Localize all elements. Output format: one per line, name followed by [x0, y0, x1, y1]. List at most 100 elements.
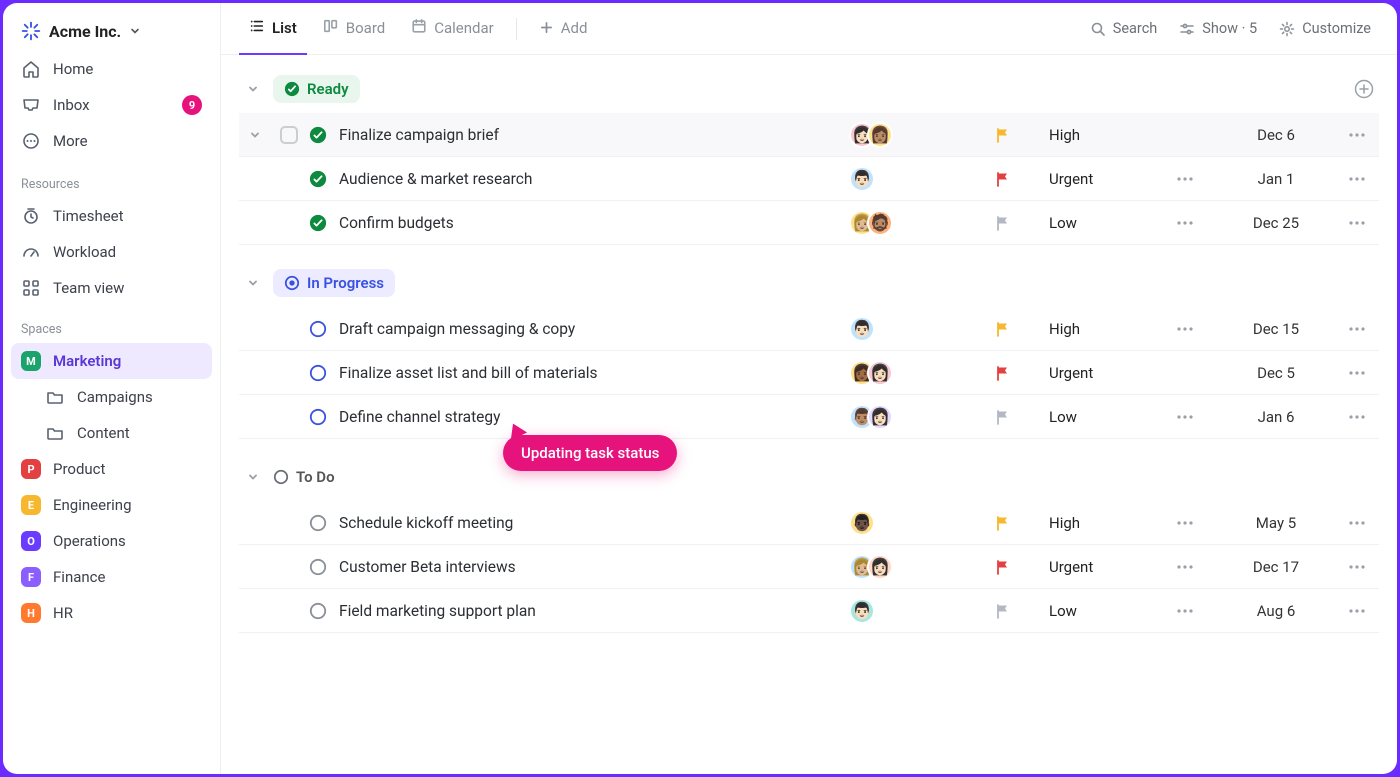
- task-row[interactable]: Schedule kickoff meeting 👨🏿 High May 5: [239, 501, 1379, 545]
- show-columns-button[interactable]: Show · 5: [1171, 14, 1265, 43]
- due-date[interactable]: May 5: [1221, 514, 1331, 532]
- task-title[interactable]: Draft campaign messaging & copy: [339, 320, 843, 338]
- subtasks-indicator[interactable]: [1155, 176, 1215, 182]
- sidebar-item-engineering[interactable]: EEngineering: [11, 487, 212, 523]
- sidebar-item-finance[interactable]: FFinance: [11, 559, 212, 595]
- task-row[interactable]: Finalize asset list and bill of material…: [239, 351, 1379, 395]
- task-title[interactable]: Customer Beta interviews: [339, 558, 843, 576]
- assignees[interactable]: 👨🏿: [849, 510, 989, 536]
- row-menu-button[interactable]: [1337, 520, 1377, 526]
- tab-list[interactable]: List: [239, 3, 307, 55]
- priority-label[interactable]: Low: [1049, 602, 1149, 620]
- priority-label[interactable]: Low: [1049, 214, 1149, 232]
- assignees[interactable]: 👨🏻: [849, 316, 989, 342]
- subtasks-indicator[interactable]: [1155, 608, 1215, 614]
- due-date[interactable]: Dec 15: [1221, 320, 1331, 338]
- task-row[interactable]: Finalize campaign brief 👩🏻👩🏽 High Dec 6: [239, 113, 1379, 157]
- task-status-toggle[interactable]: [309, 514, 327, 532]
- assignees[interactable]: 👨🏽👩🏻: [849, 404, 989, 430]
- row-menu-button[interactable]: [1337, 414, 1377, 420]
- nav-item-inbox[interactable]: Inbox 9: [11, 87, 212, 123]
- sidebar-item-product[interactable]: PProduct: [11, 451, 212, 487]
- task-status-toggle[interactable]: [309, 364, 327, 382]
- priority-label[interactable]: High: [1049, 126, 1149, 144]
- subtasks-indicator[interactable]: [1155, 520, 1215, 526]
- task-row[interactable]: Audience & market research 👨🏻 Urgent Jan…: [239, 157, 1379, 201]
- due-date[interactable]: Dec 5: [1221, 364, 1331, 382]
- sidebar-item-team view[interactable]: Team view: [11, 270, 212, 306]
- task-row[interactable]: Customer Beta interviews 👩🏼👩🏻 Urgent Dec…: [239, 545, 1379, 589]
- row-menu-button[interactable]: [1337, 370, 1377, 376]
- assignees[interactable]: 👩🏼🧔🏽: [849, 210, 989, 236]
- due-date[interactable]: Dec 25: [1221, 214, 1331, 232]
- row-menu-button[interactable]: [1337, 564, 1377, 570]
- task-title[interactable]: Field marketing support plan: [339, 602, 843, 620]
- task-title[interactable]: Confirm budgets: [339, 214, 843, 232]
- task-status-toggle[interactable]: [309, 602, 327, 620]
- due-date[interactable]: Aug 6: [1221, 602, 1331, 620]
- task-row[interactable]: Confirm budgets 👩🏼🧔🏽 Low Dec 25: [239, 201, 1379, 245]
- search-button[interactable]: Search: [1082, 14, 1166, 43]
- workspace-switcher[interactable]: Acme Inc.: [11, 13, 212, 49]
- subtasks-indicator[interactable]: [1155, 326, 1215, 332]
- task-status-toggle[interactable]: [309, 170, 327, 188]
- task-row[interactable]: Define channel strategy 👨🏽👩🏻 Low Jan 6: [239, 395, 1379, 439]
- task-row[interactable]: Field marketing support plan 👨🏻 Low Aug …: [239, 589, 1379, 633]
- priority-label[interactable]: Urgent: [1049, 364, 1149, 382]
- row-menu-button[interactable]: [1337, 326, 1377, 332]
- due-date[interactable]: Jan 1: [1221, 170, 1331, 188]
- collapse-toggle[interactable]: [243, 273, 263, 293]
- add-view-button[interactable]: Add: [529, 3, 598, 55]
- subtasks-indicator[interactable]: [1155, 414, 1215, 420]
- priority-label[interactable]: Urgent: [1049, 170, 1149, 188]
- sidebar-subitem-campaigns[interactable]: Campaigns: [11, 379, 212, 415]
- priority-label[interactable]: High: [1049, 320, 1149, 338]
- sidebar-item-marketing[interactable]: MMarketing: [11, 343, 212, 379]
- group-status-pill[interactable]: To Do: [273, 463, 346, 491]
- assignees[interactable]: 👩🏾👩🏻: [849, 360, 989, 386]
- collapse-toggle[interactable]: [243, 79, 263, 99]
- group-status-pill[interactable]: In Progress: [273, 269, 395, 297]
- row-menu-button[interactable]: [1337, 220, 1377, 226]
- task-status-toggle[interactable]: [309, 408, 327, 426]
- assignees[interactable]: 👨🏻: [849, 166, 989, 192]
- sidebar-subitem-content[interactable]: Content: [11, 415, 212, 451]
- sidebar-item-operations[interactable]: OOperations: [11, 523, 212, 559]
- collapse-toggle[interactable]: [243, 467, 263, 487]
- task-title[interactable]: Audience & market research: [339, 170, 843, 188]
- subtasks-indicator[interactable]: [1155, 220, 1215, 226]
- task-title[interactable]: Define channel strategy: [339, 408, 843, 426]
- task-title[interactable]: Finalize asset list and bill of material…: [339, 364, 843, 382]
- sidebar-item-hr[interactable]: HHR: [11, 595, 212, 631]
- sidebar-item-timesheet[interactable]: Timesheet: [11, 198, 212, 234]
- nav-item-home[interactable]: Home: [11, 51, 212, 87]
- task-status-toggle[interactable]: [309, 126, 327, 144]
- task-status-toggle[interactable]: [309, 214, 327, 232]
- subtasks-indicator[interactable]: [1155, 564, 1215, 570]
- sidebar-item-workload[interactable]: Workload: [11, 234, 212, 270]
- assignees[interactable]: 👩🏻👩🏽: [849, 122, 989, 148]
- priority-label[interactable]: Urgent: [1049, 558, 1149, 576]
- row-menu-button[interactable]: [1337, 608, 1377, 614]
- group-status-pill[interactable]: Ready: [273, 75, 360, 103]
- add-task-button[interactable]: [1353, 78, 1375, 100]
- priority-label[interactable]: Low: [1049, 408, 1149, 426]
- due-date[interactable]: Dec 17: [1221, 558, 1331, 576]
- task-title[interactable]: Schedule kickoff meeting: [339, 514, 843, 532]
- task-status-toggle[interactable]: [309, 558, 327, 576]
- assignees[interactable]: 👩🏼👩🏻: [849, 554, 989, 580]
- row-menu-button[interactable]: [1337, 176, 1377, 182]
- row-expand[interactable]: [241, 129, 269, 141]
- row-menu-button[interactable]: [1337, 132, 1377, 138]
- due-date[interactable]: Dec 6: [1221, 126, 1331, 144]
- assignees[interactable]: 👨🏻: [849, 598, 989, 624]
- tab-calendar[interactable]: Calendar: [401, 3, 504, 55]
- task-title[interactable]: Finalize campaign brief: [339, 126, 843, 144]
- nav-item-more[interactable]: More: [11, 123, 212, 159]
- priority-label[interactable]: High: [1049, 514, 1149, 532]
- task-row[interactable]: Draft campaign messaging & copy 👨🏻 High …: [239, 307, 1379, 351]
- task-status-toggle[interactable]: [309, 320, 327, 338]
- due-date[interactable]: Jan 6: [1221, 408, 1331, 426]
- customize-button[interactable]: Customize: [1271, 14, 1379, 43]
- task-checkbox[interactable]: [280, 126, 298, 144]
